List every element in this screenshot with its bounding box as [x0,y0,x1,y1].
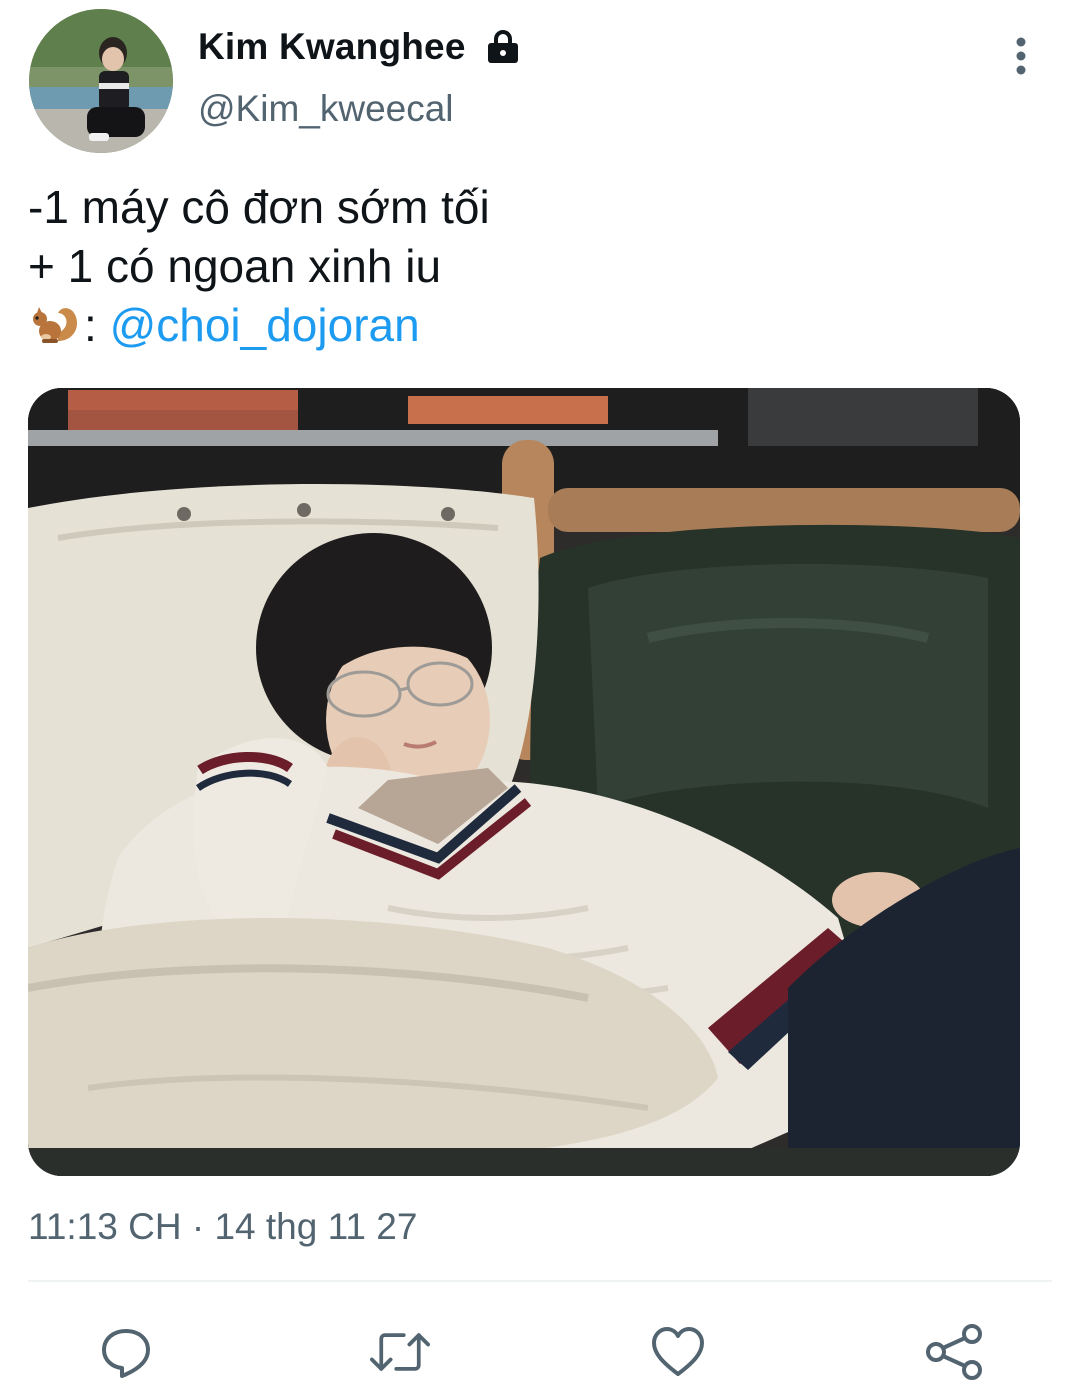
tweet-line-2: + 1 có ngoan xinh iu [28,240,442,292]
emoji-separator: : [84,299,97,351]
share-button[interactable] [924,1322,984,1382]
share-icon [926,1324,982,1380]
photo-illustration [28,388,1020,1176]
divider [28,1280,1052,1282]
more-vertical-icon [1016,37,1026,75]
lock-icon [484,28,522,66]
avatar[interactable] [29,9,173,153]
reply-button[interactable] [96,1322,156,1382]
retweet-button[interactable] [370,1322,430,1382]
mention-link[interactable]: @choi_dojoran [110,299,420,351]
display-name[interactable]: Kim Kwanghee [198,26,466,68]
retweet-icon [370,1333,430,1371]
reply-icon [102,1329,150,1378]
tweet-text: -1 máy cô đơn sớm tối + 1 có ngoan xinh … [28,178,490,355]
avatar-photo [29,9,173,153]
tweet-line-1: -1 máy cô đơn sớm tối [28,181,490,233]
action-bar [0,1310,1080,1382]
squirrel-icon [28,301,84,347]
username[interactable]: @Kim_kweecal [198,88,454,130]
tweet-photo[interactable] [28,388,1020,1176]
heart-icon [652,1327,704,1376]
more-options-button[interactable] [1000,32,1042,80]
like-button[interactable] [648,1322,708,1382]
tweet-line-3: : @choi_dojoran [28,296,490,355]
tweet-timestamp[interactable]: 11:13 CH · 14 thg 11 27 [28,1206,417,1248]
author-name-row: Kim Kwanghee [198,26,522,68]
